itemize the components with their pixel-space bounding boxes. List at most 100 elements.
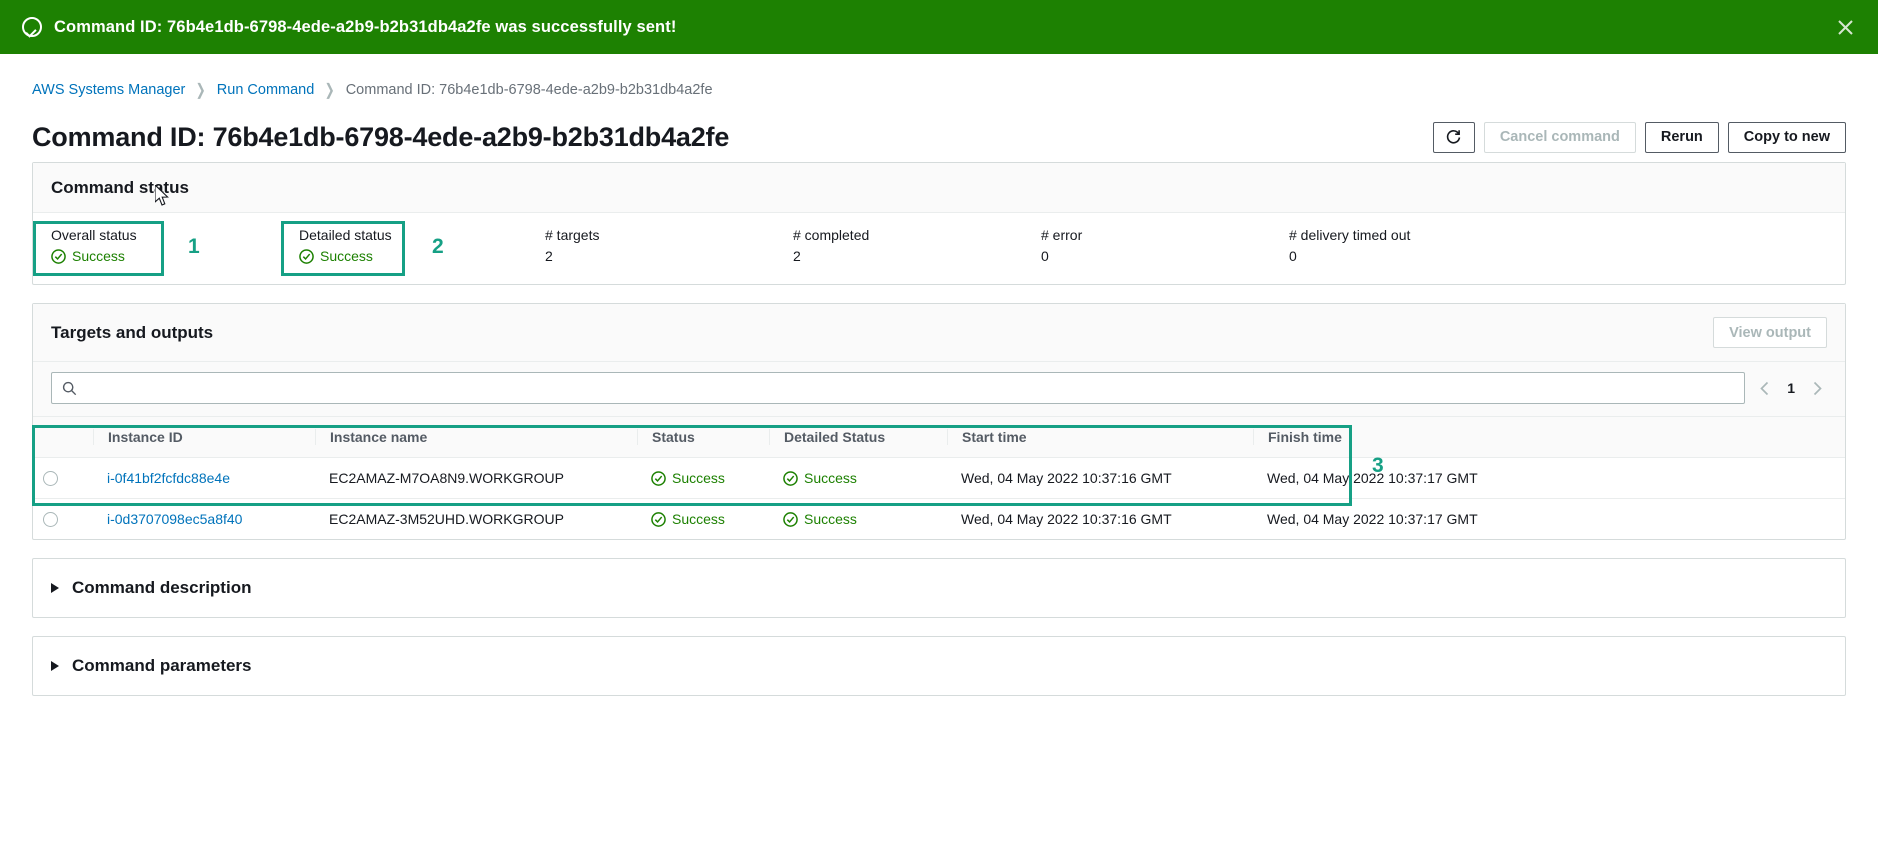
table-row[interactable]: i-0d3707098ec5a8f40 EC2AMAZ-3M52UHD.WORK… (33, 499, 1845, 540)
command-description-section[interactable]: Command description (32, 558, 1846, 618)
cell-start-time: Wed, 04 May 2022 10:37:16 GMT (961, 511, 1172, 527)
column-instance-id[interactable]: Instance ID (93, 416, 315, 458)
status-text: Success (672, 511, 725, 527)
overall-status-text: Success (72, 248, 125, 264)
cell-detailed-status: Success (769, 499, 947, 540)
layout-spacer (429, 227, 545, 264)
breadcrumb-separator-icon: ❯ (324, 82, 336, 99)
rerun-button[interactable]: Rerun (1644, 121, 1719, 153)
column-detailed-status[interactable]: Detailed Status (769, 416, 947, 458)
search-input[interactable] (85, 380, 1735, 396)
success-check-icon (783, 470, 798, 486)
detailed-status-text: Success (320, 248, 373, 264)
copy-to-new-button[interactable]: Copy to new (1727, 121, 1846, 153)
cell-instance-name: EC2AMAZ-3M52UHD.WORKGROUP (329, 511, 564, 527)
command-parameters-section[interactable]: Command parameters (32, 636, 1846, 696)
chevron-right-icon (51, 661, 59, 671)
row-radio-button[interactable] (43, 511, 58, 527)
table-row[interactable]: i-0f41bf2fcfdc88e4e EC2AMAZ-M7OA8N9.WORK… (33, 457, 1845, 499)
table-body: i-0f41bf2fcfdc88e4e EC2AMAZ-M7OA8N9.WORK… (33, 457, 1845, 540)
metric-label: Detailed status (299, 227, 392, 243)
layout-spacer (181, 227, 299, 264)
command-description-title: Command description (72, 578, 252, 597)
cell-status: Success (637, 499, 769, 540)
detailed-status-value: Success (299, 248, 429, 264)
detailed-status-text: Success (804, 470, 857, 486)
cell-start-time: Wed, 04 May 2022 10:37:16 GMT (947, 457, 1253, 499)
page-title: Command ID: 76b4e1db-6798-4ede-a2b9-b2b3… (32, 121, 730, 152)
cell-instance-name: EC2AMAZ-M7OA8N9.WORKGROUP (315, 457, 637, 499)
table-header: Instance ID Instance name Status Detaile… (33, 416, 1845, 458)
column-status[interactable]: Status (637, 416, 769, 458)
metric-label: # completed (793, 227, 870, 243)
column-header-label: Detailed Status (769, 429, 947, 445)
refresh-icon[interactable] (1432, 121, 1475, 153)
cell-instance-id: i-0f41bf2fcfdc88e4e (93, 457, 315, 499)
column-select (33, 416, 93, 458)
header-actions: Cancel command Rerun Copy to new (1432, 121, 1846, 153)
instance-id-link[interactable]: i-0d3707098ec5a8f40 (107, 511, 242, 527)
breadcrumb-item-systems-manager[interactable]: AWS Systems Manager (32, 82, 185, 98)
cancel-command-button[interactable]: Cancel command (1483, 121, 1636, 153)
success-check-icon (783, 511, 798, 527)
success-check-icon (651, 511, 666, 527)
detailed-status-text: Success (804, 511, 857, 527)
instance-id-link[interactable]: i-0f41bf2fcfdc88e4e (107, 470, 230, 486)
pagination-page-number[interactable]: 1 (1787, 380, 1795, 396)
column-header-label: Instance ID (93, 429, 315, 445)
success-check-icon (651, 470, 666, 486)
command-status-container: Command status Overall status Success De… (32, 162, 1846, 285)
metric-value: 0 (1289, 248, 1297, 264)
page-header: Command ID: 76b4e1db-6798-4ede-a2b9-b2b3… (0, 112, 1878, 162)
metric-overall-status: Overall status Success (51, 227, 181, 264)
chevron-right-icon[interactable] (1811, 381, 1823, 396)
metric-value: 2 (545, 248, 553, 264)
metric-error: # error 0 (1041, 227, 1289, 264)
search-box[interactable] (51, 372, 1746, 404)
cell-finish-time: Wed, 04 May 2022 10:37:17 GMT (1267, 511, 1478, 527)
column-header-label: Start time (947, 429, 1253, 445)
view-output-button[interactable]: View output (1713, 317, 1827, 348)
success-check-icon (299, 248, 314, 264)
metric-label: Overall status (51, 227, 137, 243)
breadcrumb-item-run-command[interactable]: Run Command (217, 82, 315, 98)
command-status-header: Command status (33, 163, 1845, 213)
command-status-title: Command status (51, 177, 189, 197)
column-header-label: Instance name (315, 429, 637, 445)
row-select-cell (33, 457, 93, 499)
cell-detailed-status: Success (769, 457, 947, 499)
targets-title: Targets and outputs (51, 322, 214, 342)
search-icon (62, 381, 77, 395)
cell-instance-id: i-0d3707098ec5a8f40 (93, 499, 315, 540)
targets-header: Targets and outputs View output (33, 304, 1845, 362)
column-header-label: Finish time (1253, 429, 1845, 445)
metric-completed: # completed 2 (793, 227, 1041, 264)
success-check-icon (51, 248, 66, 264)
metric-detailed-status: Detailed status Success (299, 227, 429, 264)
metric-delivery-timed-out: # delivery timed out 0 (1289, 227, 1537, 264)
chevron-right-icon (51, 583, 59, 593)
metric-label: # delivery timed out (1289, 227, 1411, 243)
table-toolbar: 1 (33, 362, 1845, 416)
breadcrumb-separator-icon: ❯ (196, 82, 207, 99)
column-instance-name[interactable]: Instance name (315, 416, 637, 458)
row-radio-button[interactable] (43, 470, 58, 486)
column-start-time[interactable]: Start time (947, 416, 1253, 458)
chevron-left-icon[interactable] (1759, 381, 1771, 396)
breadcrumb-item-current: Command ID: 76b4e1db-6798-4ede-a2b9-b2b3… (345, 82, 713, 98)
targets-and-outputs-container: Targets and outputs View output 1 Instan… (32, 303, 1846, 540)
cell-finish-time: Wed, 04 May 2022 10:37:17 GMT (1253, 457, 1845, 499)
column-finish-time[interactable]: Finish time (1253, 416, 1845, 458)
targets-table: Instance ID Instance name Status Detaile… (33, 416, 1845, 539)
command-parameters-title: Command parameters (72, 656, 252, 675)
breadcrumb: AWS Systems Manager ❯ Run Command ❯ Comm… (0, 70, 1878, 110)
status-text: Success (672, 470, 725, 486)
cell-status: Success (637, 457, 769, 499)
pagination: 1 (1759, 380, 1827, 396)
success-banner: Command ID: 76b4e1db-6798-4ede-a2b9-b2b3… (0, 0, 1878, 54)
row-select-cell (33, 499, 93, 540)
metric-label: # targets (545, 227, 600, 243)
metric-targets: # targets 2 (545, 227, 793, 264)
column-header-label: Status (637, 429, 769, 445)
close-icon[interactable] (1832, 14, 1858, 40)
